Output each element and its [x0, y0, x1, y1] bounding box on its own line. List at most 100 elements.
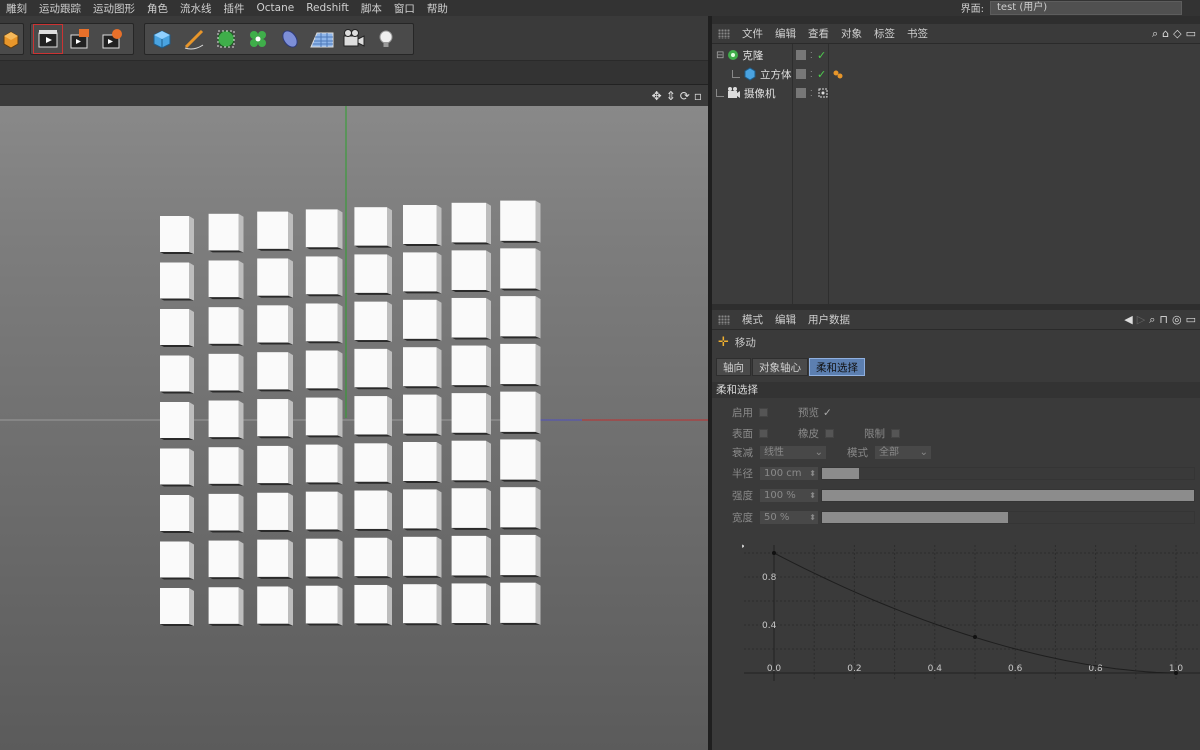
clone-cube[interactable] [403, 394, 442, 436]
am-menu-edit[interactable]: 编辑 [769, 312, 802, 327]
clone-cube[interactable] [160, 448, 194, 487]
clone-cube[interactable] [403, 489, 442, 531]
pen-spline-icon[interactable] [179, 24, 209, 54]
strength-input[interactable]: 100 % ⬍ [759, 488, 819, 503]
object-row-cloner[interactable]: ⊟ 克隆 ⁚ ✓ [712, 46, 1200, 64]
menu-item[interactable]: 窗口 [388, 1, 421, 16]
clone-cube[interactable] [451, 250, 491, 292]
clone-cube[interactable] [257, 399, 293, 439]
cloner-icon[interactable] [243, 24, 273, 54]
forward-arrow-icon[interactable]: ▷ [1137, 313, 1145, 327]
cube-extrude-icon[interactable] [0, 24, 21, 54]
target-tag-icon[interactable] [818, 88, 828, 98]
maximize-view-icon[interactable]: ▫ [694, 89, 702, 103]
clone-cube[interactable] [500, 487, 541, 530]
clone-cube[interactable] [403, 584, 442, 626]
om-menu-objects[interactable]: 对象 [835, 26, 868, 41]
panel-grip-icon[interactable] [718, 314, 730, 325]
clone-cube[interactable] [257, 492, 293, 532]
layer-swatch[interactable] [796, 88, 806, 98]
radius-input[interactable]: 100 cm ⬍ [759, 466, 819, 481]
clone-cube[interactable] [354, 207, 392, 248]
am-menu-userdata[interactable]: 用户数据 [802, 312, 856, 327]
om-menu-bookmarks[interactable]: 书签 [901, 26, 934, 41]
width-slider[interactable] [821, 511, 1195, 524]
clone-cube[interactable] [354, 396, 392, 437]
clone-cube[interactable] [208, 260, 244, 300]
clone-cube[interactable] [500, 439, 541, 482]
layer-swatch[interactable] [796, 50, 806, 60]
rubber-checkbox[interactable] [825, 429, 834, 438]
clone-cube[interactable] [354, 490, 392, 531]
clone-cube[interactable] [451, 440, 491, 483]
clone-cube[interactable] [257, 539, 293, 579]
clone-cube[interactable] [403, 442, 442, 483]
clone-cube[interactable] [305, 444, 343, 485]
visibility-dots-icon[interactable]: ⁚ [810, 70, 813, 79]
phong-tag-icon[interactable] [832, 68, 844, 80]
clone-cube[interactable] [354, 443, 392, 484]
home-icon[interactable]: ⌂ [1162, 27, 1169, 41]
am-menu-mode[interactable]: 模式 [736, 312, 769, 327]
clone-cube[interactable] [208, 213, 244, 253]
clone-cube[interactable] [160, 541, 194, 580]
clone-cube[interactable] [305, 303, 343, 344]
clone-cube[interactable] [403, 536, 442, 578]
layer-swatch[interactable] [796, 69, 806, 79]
search-icon[interactable]: ⌕ [1152, 27, 1158, 41]
mode-dropdown[interactable]: 全部 ⌄ [874, 445, 932, 460]
clone-cube[interactable] [305, 491, 343, 532]
deformer-icon[interactable] [275, 24, 305, 54]
clone-cube[interactable] [208, 353, 244, 393]
clone-cube[interactable] [354, 301, 392, 343]
clone-cube[interactable] [305, 397, 343, 438]
clone-cube[interactable] [500, 343, 541, 387]
clone-cube[interactable] [451, 535, 491, 578]
clone-cube[interactable] [451, 345, 491, 388]
om-menu-edit[interactable]: 编辑 [769, 26, 802, 41]
menu-item[interactable]: 流水线 [174, 1, 218, 16]
clone-cube[interactable] [208, 447, 244, 486]
clone-cube[interactable] [354, 254, 392, 295]
cube-primitive-icon[interactable] [147, 24, 177, 54]
menu-item[interactable]: 脚本 [355, 1, 388, 16]
filter-icon[interactable]: ◇ [1173, 27, 1181, 41]
clone-cube[interactable] [208, 587, 244, 626]
width-input[interactable]: 50 % ⬍ [759, 510, 819, 525]
camera-icon[interactable] [339, 24, 369, 54]
menu-item[interactable]: 运动跟踪 [33, 1, 87, 16]
clone-cube[interactable] [500, 296, 541, 339]
surface-checkbox[interactable] [759, 429, 768, 438]
clone-cube[interactable] [257, 352, 293, 392]
clone-cube[interactable] [500, 391, 541, 434]
clone-cube[interactable] [354, 584, 392, 626]
clone-cube[interactable] [305, 256, 343, 297]
clone-cube[interactable] [305, 538, 343, 579]
strength-slider[interactable] [821, 489, 1195, 502]
clone-cube[interactable] [257, 586, 293, 626]
clone-cube[interactable] [403, 347, 442, 389]
render-view-icon[interactable] [33, 24, 63, 54]
3d-viewport[interactable] [0, 106, 708, 750]
falloff-curve-editor[interactable]: 0.0 0.2 0.4 0.6 0.8 1.0 0.8 0.4 [744, 545, 1200, 681]
clone-cube[interactable] [208, 400, 244, 440]
pan-view-icon[interactable]: ✥ [652, 89, 662, 103]
enabled-check-icon[interactable]: ✓ [817, 49, 826, 62]
subdivision-icon[interactable] [211, 24, 241, 54]
menu-item[interactable]: 插件 [218, 1, 251, 16]
clone-cube[interactable] [451, 297, 491, 340]
enabled-check-icon[interactable]: ✓ [817, 68, 826, 81]
visibility-dots-icon[interactable]: ⁚ [810, 89, 813, 98]
clone-cube[interactable] [208, 493, 244, 533]
search-icon[interactable]: ⌕ [1149, 313, 1155, 327]
clone-cube[interactable] [160, 588, 194, 626]
restrict-checkbox[interactable] [891, 429, 900, 438]
tab-axis[interactable]: 轴向 [716, 358, 751, 376]
om-menu-file[interactable]: 文件 [736, 26, 769, 41]
rotate-view-icon[interactable]: ⟳ [680, 89, 690, 103]
new-window-icon[interactable]: ▭ [1186, 27, 1196, 41]
clone-cube[interactable] [305, 350, 343, 391]
clone-cube[interactable] [403, 299, 442, 341]
clone-cube[interactable] [305, 209, 343, 250]
menu-item[interactable]: 雕刻 [0, 1, 33, 16]
